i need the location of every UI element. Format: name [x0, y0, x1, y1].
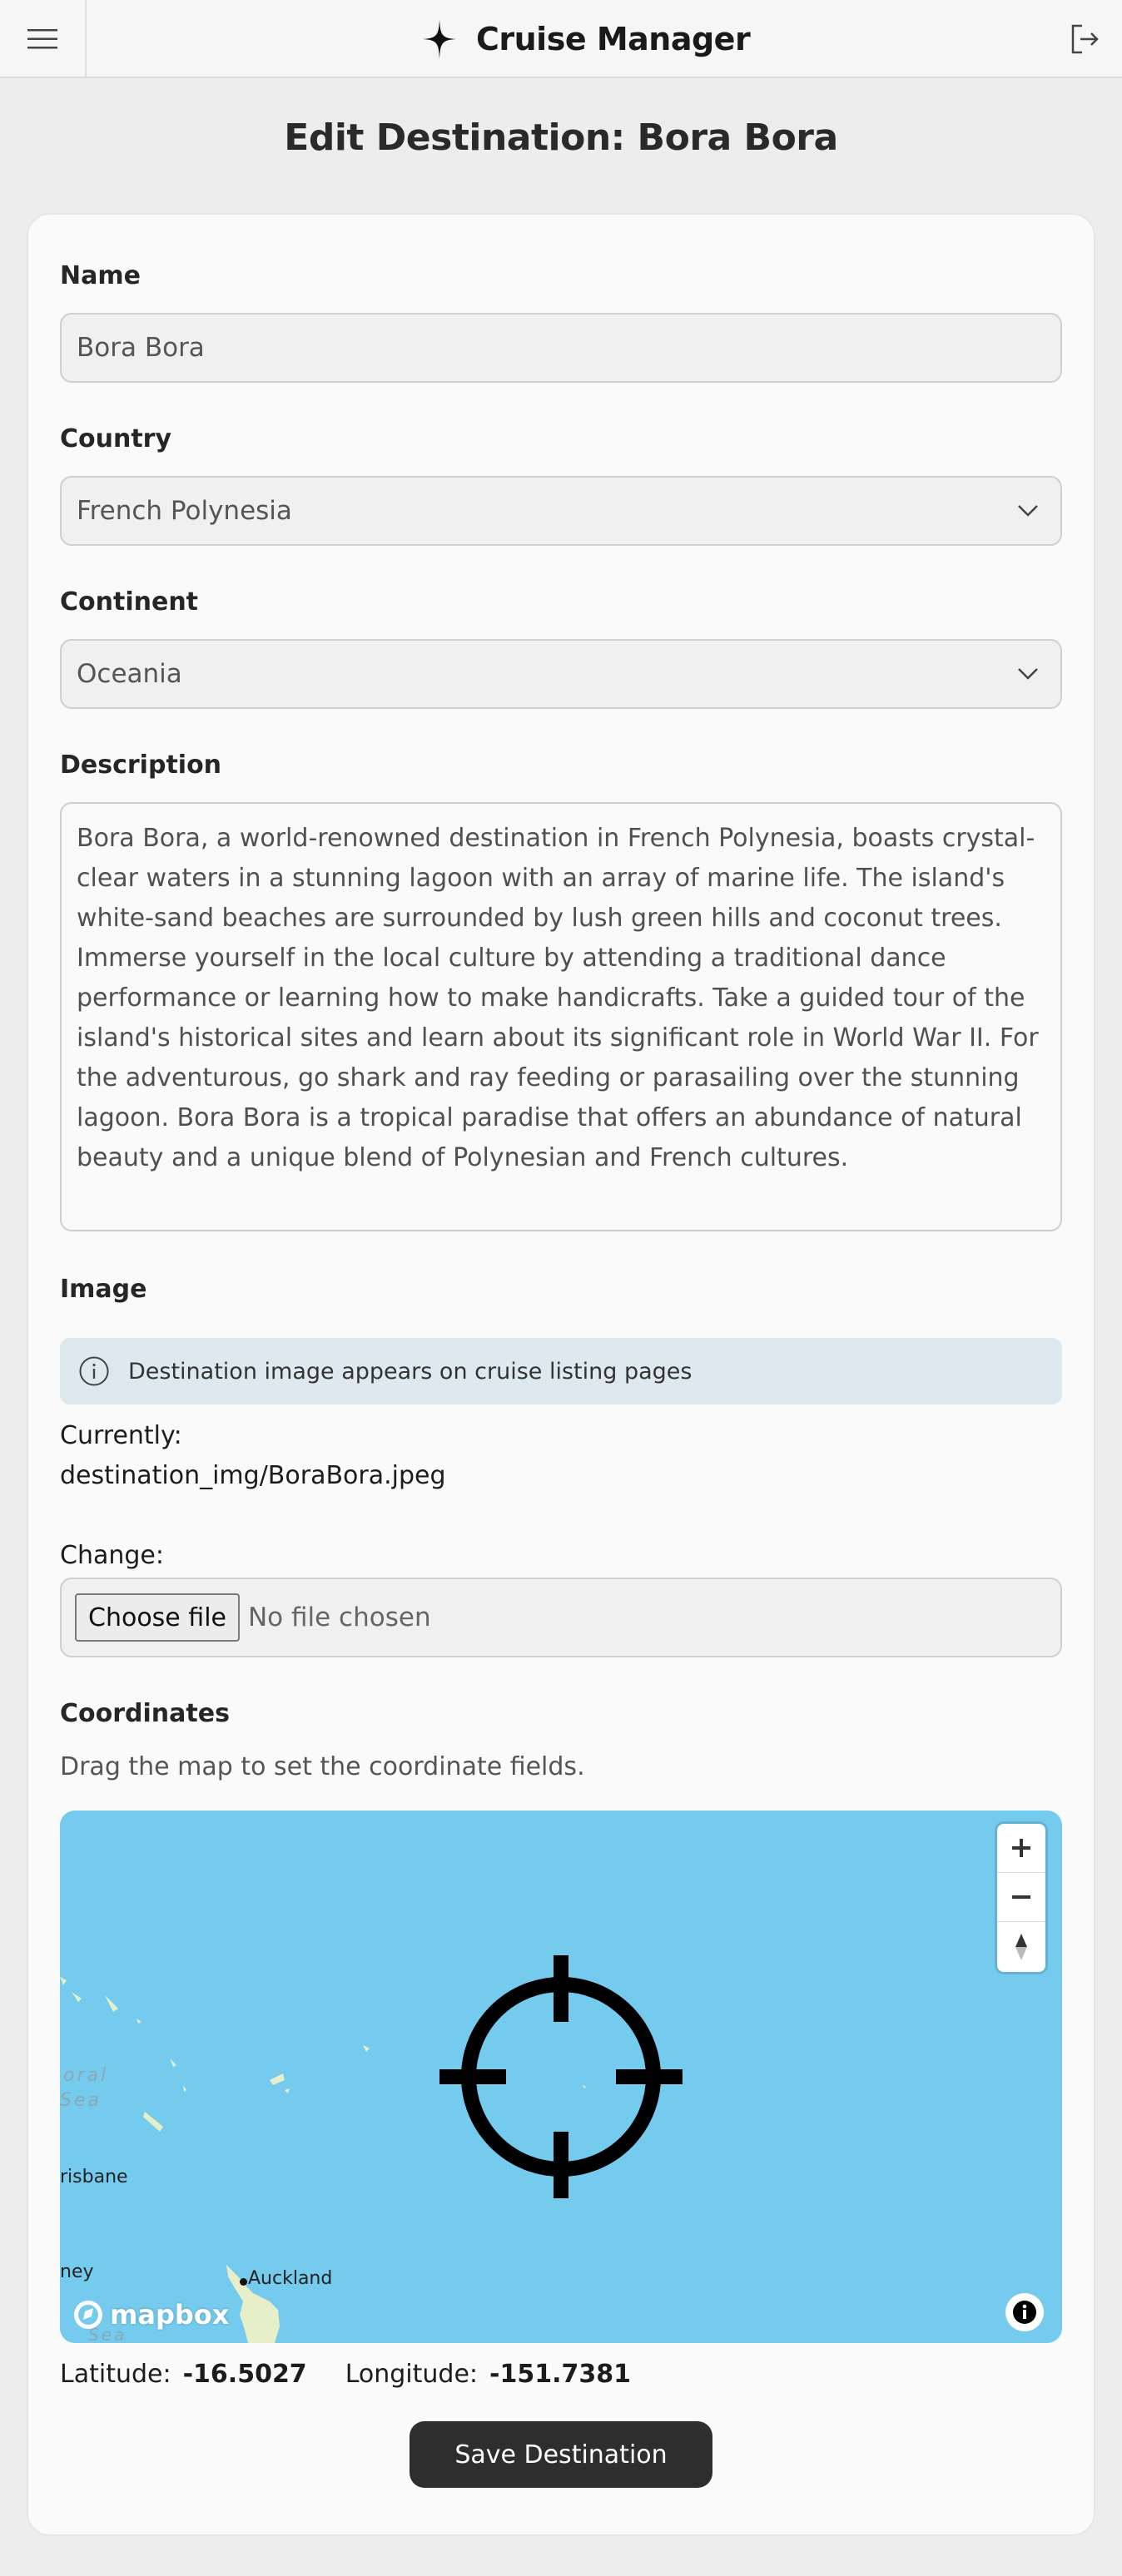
chevron-down-icon — [1018, 505, 1038, 517]
choose-file-button[interactable]: Choose file — [75, 1593, 240, 1642]
name-label: Name — [60, 261, 141, 290]
logout-icon — [1071, 24, 1099, 54]
longitude-value: -151.7381 — [489, 2360, 631, 2389]
longitude-label: Longitude: — [345, 2360, 479, 2389]
four-point-star-icon — [423, 19, 456, 59]
top-navbar: Cruise Manager — [0, 0, 1122, 78]
image-info-banner: Destination image appears on cruise list… — [60, 1338, 1062, 1404]
chevron-down-icon — [1018, 668, 1038, 680]
description-textarea[interactable]: Bora Bora, a world-renowned destination … — [60, 802, 1062, 1231]
zoom-in-button[interactable] — [997, 1824, 1045, 1873]
latitude-label: Latitude: — [60, 2360, 171, 2389]
file-status: No file chosen — [247, 1603, 431, 1632]
country-label: Country — [60, 424, 172, 453]
name-value: Bora Bora — [77, 333, 205, 363]
coordinates-readout: Latitude: -16.5027 Longitude: -151.7381 — [60, 2360, 631, 2389]
menu-button[interactable] — [0, 0, 87, 78]
mapbox-logo-text: mapbox — [110, 2299, 230, 2331]
brisbane-label: risbane — [60, 2167, 128, 2187]
logout-button[interactable] — [1064, 18, 1105, 60]
continent-label: Continent — [60, 587, 199, 617]
coordinates-label: Coordinates — [60, 1699, 230, 1728]
coral-sea-label-2: Sea — [60, 2090, 102, 2111]
currently-label: Currently: — [60, 1421, 182, 1450]
info-circle-icon — [79, 1356, 109, 1386]
coordinates-spacer — [319, 2360, 334, 2389]
current-image-file: destination_img/BoraBora.jpeg — [60, 1461, 446, 1490]
sydney-label: ney — [60, 2261, 94, 2282]
auckland-dot — [240, 2278, 247, 2286]
map-zoom-control — [997, 1824, 1045, 1972]
coral-sea-label: oral — [63, 2065, 109, 2086]
auckland-label: Auckland — [248, 2268, 333, 2289]
country-value: French Polynesia — [77, 496, 292, 526]
change-label: Change: — [60, 1541, 164, 1570]
brand[interactable]: Cruise Manager — [423, 17, 751, 62]
image-file-input[interactable]: Choose file No file chosen — [60, 1578, 1062, 1657]
image-label: Image — [60, 1275, 147, 1304]
map-attribution-button[interactable] — [1005, 2293, 1044, 2331]
page-title: Edit Destination: Bora Bora — [284, 116, 838, 159]
compass-button[interactable] — [997, 1922, 1045, 1971]
description-label: Description — [60, 751, 222, 780]
app-title: Cruise Manager — [476, 21, 751, 57]
coordinates-map[interactable]: oral Sea risbane ney Auckland Sea mapbox — [60, 1811, 1062, 2343]
zoom-out-button[interactable] — [997, 1873, 1045, 1922]
continent-select[interactable]: Oceania — [60, 639, 1062, 709]
latitude-value: -16.5027 — [182, 2360, 307, 2389]
coordinates-hint: Drag the map to set the coordinate field… — [60, 1752, 585, 1781]
crosshair-icon — [439, 1955, 683, 2198]
image-info-text: Destination image appears on cruise list… — [128, 1358, 693, 1385]
continent-value: Oceania — [77, 659, 182, 689]
mapbox-logo[interactable]: mapbox — [72, 2298, 229, 2331]
minus-icon — [1012, 1895, 1030, 1899]
name-input[interactable]: Bora Bora — [60, 313, 1062, 383]
save-destination-button[interactable]: Save Destination — [410, 2421, 712, 2488]
country-select[interactable]: French Polynesia — [60, 476, 1062, 546]
compass-icon — [1015, 1933, 1027, 1960]
info-icon — [1013, 2301, 1036, 2324]
hamburger-menu-icon — [27, 29, 57, 49]
plus-icon — [1012, 1839, 1030, 1857]
mapbox-logo-icon — [74, 2301, 102, 2329]
